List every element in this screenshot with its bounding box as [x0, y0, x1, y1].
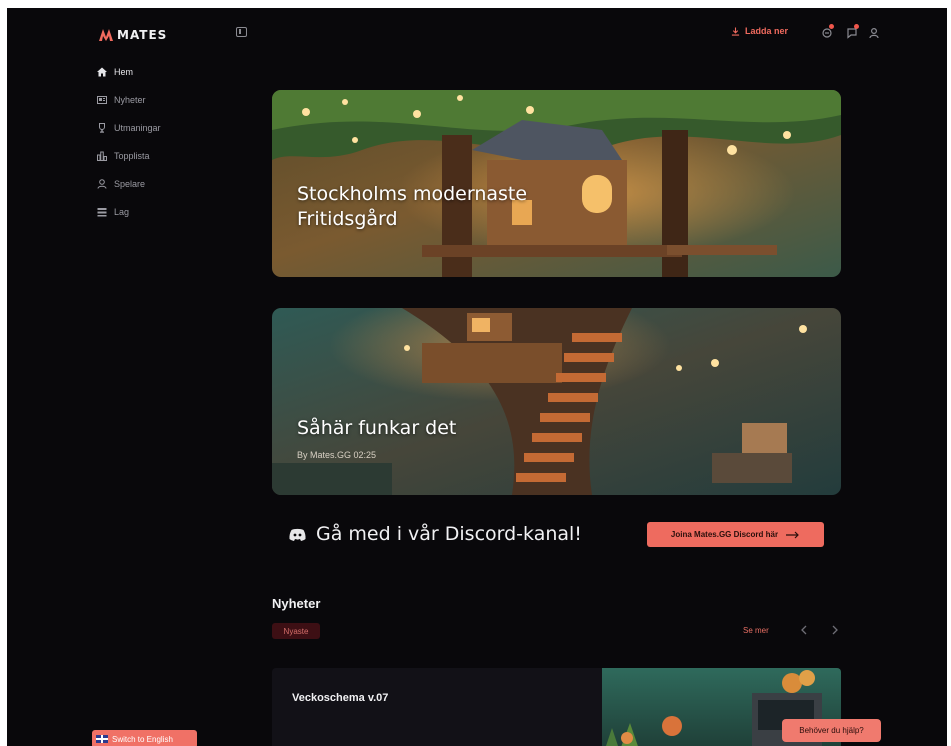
- sidebar-nav: Hem Nyheter Utmaningar Topplista Spelare…: [97, 58, 247, 226]
- hero-card-title-line2: Fritidsgård: [297, 208, 398, 230]
- download-label: Ladda ner: [745, 26, 789, 36]
- download-button[interactable]: Ladda ner: [731, 26, 788, 36]
- help-button[interactable]: Behöver du hjälp?: [782, 719, 881, 742]
- uk-flag-icon: [96, 735, 108, 743]
- hero-card-title-line1: Stockholms modernaste: [297, 183, 528, 205]
- chevron-left-icon: [800, 625, 806, 635]
- sidebar-item-label: Nyheter: [114, 95, 146, 105]
- sidebar-item-label: Lag: [114, 207, 130, 217]
- news-prev-button[interactable]: [795, 622, 811, 638]
- news-section-title: Nyheter: [272, 596, 321, 611]
- notification-dot: [829, 24, 834, 29]
- message-dot: [854, 24, 859, 29]
- hero-card-meta: By Mates.GG 02:25: [297, 450, 377, 460]
- sidebar-item-leaderboard[interactable]: Topplista: [97, 142, 247, 170]
- user-icon: [97, 179, 107, 189]
- sidebar-item-home[interactable]: Hem: [97, 58, 247, 86]
- news-next-button[interactable]: [827, 622, 843, 638]
- home-icon: [97, 67, 107, 77]
- treehouse-stairs-illustration: [272, 308, 841, 495]
- sidebar-item-label: Topplista: [114, 151, 150, 161]
- discord-icon: [289, 528, 306, 541]
- sidebar-toggle-icon[interactable]: [236, 27, 247, 37]
- sidebar-item-challenges[interactable]: Utmaningar: [97, 114, 247, 142]
- message-icon[interactable]: [846, 24, 859, 39]
- sidebar-item-news[interactable]: Nyheter: [97, 86, 247, 114]
- team-icon: [97, 208, 107, 217]
- leaderboard-icon: [97, 151, 107, 161]
- sidebar-item-players[interactable]: Spelare: [97, 170, 247, 198]
- news-filter-newest[interactable]: Nyaste: [272, 623, 320, 639]
- switch-language-button[interactable]: Switch to English: [92, 730, 197, 746]
- trophy-icon: [99, 123, 105, 133]
- download-icon: [731, 26, 740, 36]
- sidebar-item-label: Utmaningar: [114, 123, 161, 133]
- sidebar-item-teams[interactable]: Lag: [97, 198, 247, 226]
- sidebar-item-label: Hem: [114, 67, 134, 77]
- newspaper-icon: [97, 96, 107, 104]
- join-discord-button[interactable]: Joina Mates.GG Discord här: [647, 522, 824, 547]
- mates-logo-icon: [99, 29, 113, 41]
- arrow-right-icon: [786, 531, 799, 538]
- hero-card-title: Såhär funkar det: [297, 417, 457, 439]
- switch-language-label: Switch to English: [112, 734, 173, 744]
- brand-logo[interactable]: MATES: [99, 28, 167, 42]
- join-discord-label: Joina Mates.GG Discord här: [670, 530, 779, 539]
- notification-icon[interactable]: [821, 24, 834, 38]
- brand-name: MATES: [117, 28, 168, 42]
- app-window: MATES Hem Nyheter Utmaningar Topplista S…: [7, 8, 947, 746]
- news-item-card[interactable]: Veckoschema v.07: [272, 668, 841, 746]
- hero-card-how-it-works[interactable]: Såhär funkar det By Mates.GG 02:25: [272, 308, 841, 495]
- see-more-link[interactable]: Se mer: [743, 626, 769, 635]
- sidebar-item-label: Spelare: [114, 179, 146, 189]
- discord-banner: Gå med i vår Discord-kanal!: [289, 523, 582, 545]
- discord-text: Gå med i vår Discord-kanal!: [316, 523, 582, 545]
- chevron-right-icon: [832, 625, 838, 635]
- hero-card-treehouse[interactable]: Stockholms modernaste Fritidsgård: [272, 90, 841, 277]
- hero-card-title: Stockholms modernaste Fritidsgård: [297, 182, 527, 232]
- profile-icon[interactable]: [868, 26, 880, 39]
- news-item-title: Veckoschema v.07: [292, 692, 389, 704]
